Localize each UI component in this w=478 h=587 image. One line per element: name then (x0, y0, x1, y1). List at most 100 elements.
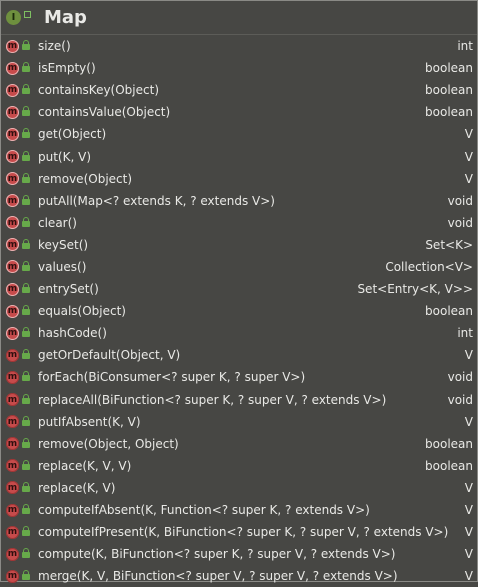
abstract-method-icon: m (6, 172, 19, 186)
method-row[interactable]: m put(K, V) V (1, 145, 477, 167)
method-icon: m (6, 503, 19, 517)
method-row[interactable]: m keySet() Set<K> (1, 234, 477, 256)
method-signature: putIfAbsent(K, V) (38, 414, 141, 429)
interface-icon: I (6, 10, 21, 25)
return-type: Set<K> (425, 237, 473, 252)
method-list: m size() int m isEmpty() boolean m containsKey(… (1, 35, 477, 587)
method-signature: replace(K, V) (38, 480, 116, 495)
method-icon: m (6, 348, 19, 362)
return-type: boolean (425, 83, 473, 98)
method-row[interactable]: m clear() void (1, 212, 477, 234)
method-row[interactable]: m replaceAll(BiFunction<? super K, ? supe… (1, 389, 477, 411)
panel-header: I Map (1, 1, 477, 35)
method-signature: remove(Object) (38, 171, 133, 186)
method-signature: containsValue(Object) (38, 105, 171, 120)
method-signature: replaceAll(BiFunction<? super K, ? super… (38, 392, 387, 407)
method-signature: hashCode() (38, 326, 107, 341)
public-lock-icon (22, 548, 30, 559)
public-lock-icon (22, 481, 30, 492)
structure-panel: I Map m size() int m isEmpty() boolean m contai… (0, 0, 478, 583)
public-lock-icon (22, 393, 30, 404)
return-type: boolean (425, 61, 473, 76)
abstract-method-icon: m (6, 326, 19, 340)
public-lock-icon (22, 62, 30, 73)
public-lock-icon (22, 238, 30, 249)
public-lock-icon (22, 194, 30, 205)
method-signature: clear() (38, 215, 77, 230)
method-icon: m (6, 393, 19, 407)
public-lock-icon (22, 172, 30, 183)
method-signature: keySet() (38, 237, 89, 252)
method-icon: m (6, 459, 19, 473)
method-signature: equals(Object) (38, 304, 126, 319)
method-row[interactable]: m remove(Object, Object) boolean (1, 433, 477, 455)
method-icon: m (6, 569, 19, 583)
return-type: void (447, 215, 473, 230)
method-row[interactable]: m replace(K, V) V (1, 477, 477, 499)
method-icon: m (6, 481, 19, 495)
return-type: void (447, 392, 473, 407)
abstract-method-icon: m (6, 260, 19, 274)
method-row[interactable]: m replace(K, V, V) boolean (1, 455, 477, 477)
return-type: V (464, 525, 473, 540)
method-row[interactable]: m containsValue(Object) boolean (1, 101, 477, 123)
method-row[interactable]: m hashCode() int (1, 322, 477, 344)
method-signature: compute(K, BiFunction<? super K, ? super… (38, 547, 396, 562)
return-type: void (447, 193, 473, 208)
method-signature: forEach(BiConsumer<? super K, ? super V>… (38, 370, 306, 385)
return-type: V (464, 569, 473, 584)
method-row[interactable]: m entrySet() Set<Entry<K, V>> (1, 278, 477, 300)
return-type: V (464, 547, 473, 562)
return-type: boolean (425, 436, 473, 451)
method-row[interactable]: m merge(K, V, BiFunction<? super V, ? sup… (1, 565, 477, 587)
public-lock-icon (22, 305, 30, 316)
public-lock-icon (22, 415, 30, 426)
public-lock-icon (22, 128, 30, 139)
method-icon: m (6, 370, 19, 384)
public-lock-icon (22, 437, 30, 448)
public-lock-icon (22, 327, 30, 338)
method-row[interactable]: m size() int (1, 35, 477, 57)
method-row[interactable]: m forEach(BiConsumer<? super K, ? super V… (1, 366, 477, 388)
interface-title[interactable]: Map (44, 7, 87, 28)
method-row[interactable]: m getOrDefault(Object, V) V (1, 344, 477, 366)
method-signature: merge(K, V, BiFunction<? super V, ? supe… (38, 569, 398, 584)
public-lock-icon (22, 504, 30, 515)
abstract-method-icon: m (6, 282, 19, 296)
method-signature: get(Object) (38, 127, 107, 142)
method-row[interactable]: m computeIfPresent(K, BiFunction<? super … (1, 521, 477, 543)
abstract-method-icon: m (6, 238, 19, 252)
method-row[interactable]: m remove(Object) V (1, 168, 477, 190)
return-type: void (447, 370, 473, 385)
method-row[interactable]: m computeIfAbsent(K, Function<? super K, … (1, 499, 477, 521)
method-row[interactable]: m compute(K, BiFunction<? super K, ? supe… (1, 543, 477, 565)
method-icon: m (6, 525, 19, 539)
abstract-method-icon: m (6, 304, 19, 318)
method-row[interactable]: m putIfAbsent(K, V) V (1, 411, 477, 433)
public-lock-icon (22, 570, 30, 581)
method-row[interactable]: m isEmpty() boolean (1, 57, 477, 79)
public-lock-icon (22, 371, 30, 382)
abstract-method-icon: m (6, 61, 19, 75)
method-signature: computeIfPresent(K, BiFunction<? super K… (38, 525, 449, 540)
abstract-method-icon: m (6, 127, 19, 141)
return-type: boolean (425, 304, 473, 319)
method-signature: getOrDefault(Object, V) (38, 348, 181, 363)
return-type: V (464, 480, 473, 495)
method-row[interactable]: m equals(Object) boolean (1, 300, 477, 322)
method-icon: m (6, 415, 19, 429)
return-type: Collection<V> (385, 259, 473, 274)
method-row[interactable]: m values() Collection<V> (1, 256, 477, 278)
return-type: boolean (425, 458, 473, 473)
public-lock-icon (22, 459, 30, 470)
method-icon: m (6, 547, 19, 561)
method-signature: put(K, V) (38, 149, 91, 164)
abstract-method-icon: m (6, 150, 19, 164)
method-row[interactable]: m get(Object) V (1, 123, 477, 145)
return-type: V (464, 503, 473, 518)
method-signature: putAll(Map<? extends K, ? extends V>) (38, 193, 275, 208)
public-lock-icon (22, 40, 30, 51)
method-row[interactable]: m containsKey(Object) boolean (1, 79, 477, 101)
return-type: Set<Entry<K, V>> (357, 282, 473, 297)
method-row[interactable]: m putAll(Map<? extends K, ? extends V>) vo… (1, 190, 477, 212)
